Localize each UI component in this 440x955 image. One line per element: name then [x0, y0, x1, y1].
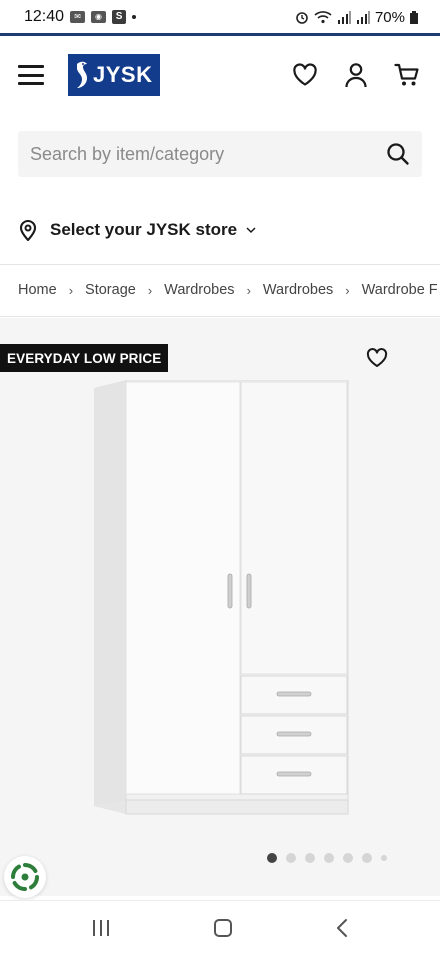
back-icon[interactable] [335, 918, 349, 938]
header-icons [292, 62, 422, 88]
recycle-icon [10, 862, 40, 892]
wifi-icon [314, 11, 332, 24]
gallery-dot[interactable] [324, 853, 334, 863]
store-selector[interactable]: Select your JYSK store [18, 212, 257, 248]
logo-text: JYSK [93, 62, 153, 87]
home-icon[interactable] [213, 918, 233, 938]
breadcrumb: Home › Storage › Wardrobes › Wardrobes ›… [18, 278, 440, 302]
system-nav-bar [0, 900, 440, 955]
location-pin-icon [19, 219, 37, 241]
breadcrumb-item-home[interactable]: Home [18, 282, 57, 298]
gallery-pagination [267, 853, 387, 863]
divider [0, 316, 440, 317]
chevron-right-icon: › [345, 282, 350, 298]
alarm-icon [296, 12, 308, 24]
store-selector-label: Select your JYSK store [50, 220, 238, 239]
gallery-dot[interactable] [362, 853, 372, 863]
signal-icon-2 [356, 10, 370, 24]
search-icon[interactable] [386, 142, 410, 166]
divider [0, 264, 440, 265]
more-notifications-dot [132, 15, 137, 19]
breadcrumb-item-wardrobes[interactable]: Wardrobes [164, 282, 234, 298]
wardrobe-product-image [94, 380, 349, 815]
cart-icon[interactable] [394, 62, 420, 88]
gallery-dot[interactable] [343, 853, 353, 863]
chevron-right-icon: › [147, 282, 153, 298]
chevron-down-icon [246, 227, 256, 234]
product-gallery[interactable]: EVERYDAY LOW PRICE [0, 318, 440, 896]
jysk-logo[interactable]: JYSK [68, 54, 160, 96]
battery-level: 70% [374, 8, 405, 26]
search-input[interactable] [30, 143, 386, 165]
gallery-dot[interactable] [381, 855, 387, 861]
status-left: 12:40 ✉ ◉ S [24, 8, 137, 26]
clock: 12:40 [24, 8, 65, 25]
breadcrumb-item-storage[interactable]: Storage [85, 282, 136, 298]
breadcrumb-item-wardrobes-2[interactable]: Wardrobes [263, 282, 333, 298]
signal-icon [337, 10, 351, 24]
battery-icon [410, 10, 418, 24]
status-bar: 12:40 ✉ ◉ S 70% [0, 0, 440, 34]
recent-apps-icon[interactable] [91, 919, 111, 937]
gallery-dot-active[interactable] [267, 853, 277, 863]
breadcrumb-item-current: Wardrobe F [361, 282, 438, 298]
search-bar [18, 131, 422, 177]
wishlist-heart-icon[interactable] [292, 63, 318, 87]
gallery-dot[interactable] [305, 853, 315, 863]
price-badge: EVERYDAY LOW PRICE [0, 344, 169, 372]
outlook-icon: ✉ [70, 11, 86, 23]
account-icon[interactable] [344, 62, 368, 88]
ring-icon: ◉ [91, 11, 107, 23]
chevron-right-icon: › [68, 282, 74, 298]
s-icon: S [112, 10, 127, 24]
add-to-wishlist-heart-icon[interactable] [366, 348, 388, 368]
menu-icon[interactable] [18, 65, 44, 85]
jysk-bird-icon [77, 61, 87, 88]
site-header: JYSK [0, 36, 440, 114]
status-right: 70% [295, 9, 418, 26]
gallery-dot[interactable] [286, 853, 296, 863]
recycle-widget[interactable] [4, 856, 46, 898]
chevron-right-icon: › [246, 282, 251, 298]
